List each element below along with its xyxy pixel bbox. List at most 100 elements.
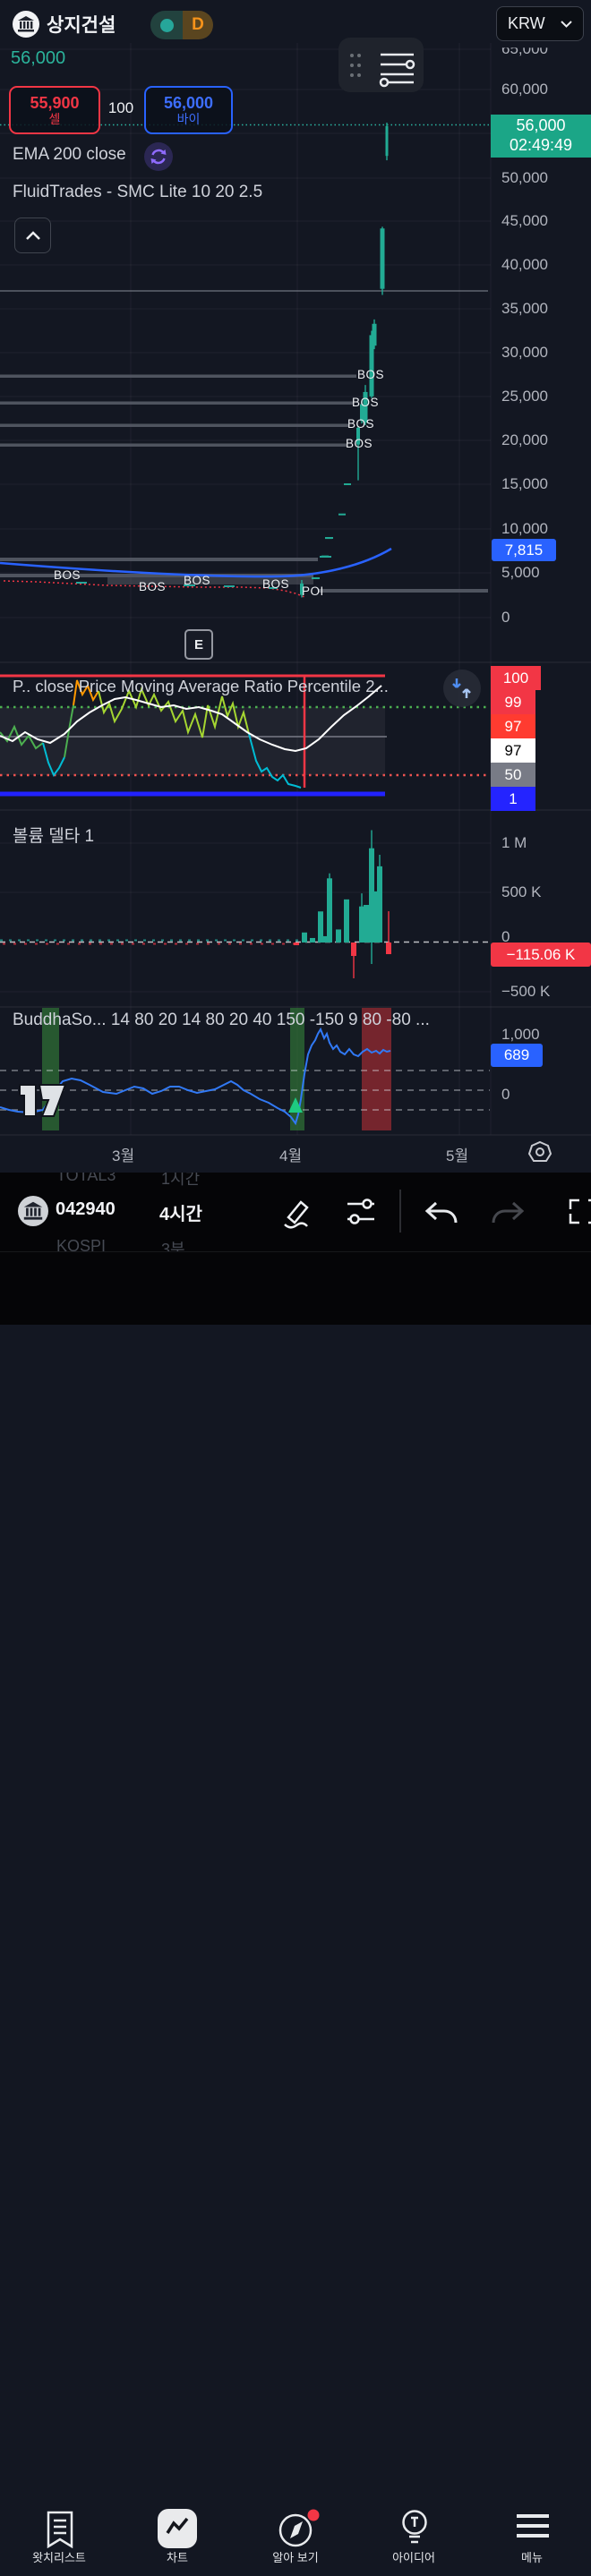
volume-tick: 1 M [501,834,527,851]
bos-label: BOS [139,580,167,593]
app-header: 상지건설 D KRW [0,0,591,43]
layout-sliders-icon[interactable] [379,53,415,88]
percentile-legend[interactable]: P.. close Price Moving Average Ratio Per… [13,677,389,696]
time-tick: 5월 [446,1147,469,1164]
draw-icon[interactable] [284,1200,309,1229]
nav-label: 왓치리스트 [32,2551,86,2564]
trading-app-screen: { "header": { "symbol": "상지건설", "interva… [0,0,591,2564]
bos-label: BOS [54,568,81,582]
buy-button[interactable]: 56,000 바이 [144,86,233,134]
toggle-left-segment[interactable] [150,11,183,39]
compass-icon [278,2509,320,2547]
bank-icon [18,16,34,32]
volume-zero-line [0,939,491,945]
quantity-value[interactable]: 100 [105,99,137,117]
nav-item-watchlist[interactable]: 왓치리스트 [0,2503,118,2576]
percentile-scale-box: 1 [491,787,535,811]
volume-delta-value-label: −115.06 K [491,943,591,967]
currency-value: KRW [508,14,545,32]
notification-dot [307,2509,320,2521]
bos-label: BOS [184,574,211,587]
price-tick: 10,000 [501,520,548,537]
nav-item-menu[interactable]: 메뉴 [473,2503,591,2576]
toggle-right-segment[interactable]: D [183,11,213,39]
nav-item-ideas[interactable]: 아이디어 [355,2503,473,2576]
price-tick: 45,000 [501,212,548,229]
menu-icon [517,2514,549,2538]
price-tick: 0 [501,609,510,626]
interval-toggle[interactable]: D [150,11,213,39]
price-tick: 30,000 [501,344,548,361]
time-tick: 4월 [279,1147,303,1164]
price-tick: 50,000 [501,169,548,186]
buddha-value-label: 689 [491,1044,543,1067]
price-tick: 20,000 [501,431,548,448]
candlestick-series [300,123,389,598]
nav-label: 메뉴 [521,2551,543,2564]
chart-icon [158,2509,197,2548]
nav-item-explore[interactable]: 알아 보기 [236,2503,355,2576]
nav-item-chart[interactable]: 차트 [118,2503,236,2576]
last-price-text: 56,000 [11,48,66,68]
percentile-scale-box: 97 [491,714,535,738]
ema-reload-icon[interactable] [144,142,173,171]
percentile-scale-box: 97 [491,738,535,763]
bos-label: BOS [352,396,380,409]
percentile-scale-box: 100 [491,666,541,690]
time-tick: 3월 [112,1147,135,1164]
nav-label: 알아 보기 [272,2551,319,2564]
sell-button[interactable]: 55,900 셀 [9,86,100,134]
volume-delta-bars [294,830,391,978]
ema-legend[interactable]: EMA 200 close [13,145,126,165]
symbol-title[interactable]: 상지건설 [47,11,116,38]
toggle-dot [159,18,174,32]
last-price-label-countdown: 02:49:49 [509,136,573,154]
bottom-nav: 왓치리스트 차트 알아 보기 아이디어 메뉴 [0,1251,591,2564]
price-tick: 60,000 [501,81,548,98]
percentile-scale-box: 50 [491,763,535,787]
undo-icon[interactable] [424,1201,458,1224]
chevron-down-icon [561,20,572,28]
lightbulb-icon [402,2510,427,2544]
buddha-legend[interactable]: BuddhaSo... 14 80 20 14 80 20 40 150 -15… [13,1011,430,1030]
smc-legend[interactable]: FluidTrades - SMC Lite 10 20 2.5 [13,183,262,202]
nav-label: 아이디어 [392,2551,435,2564]
bos-label: BOS [347,417,375,431]
price-tick: 5,000 [501,564,540,581]
sell-label: 셀 [48,112,61,127]
price-tick: 35,000 [501,300,548,317]
timeaxis-settings-icon[interactable] [527,1140,552,1162]
merge-panes-icon[interactable] [443,670,481,707]
buddha-tick-top: 1,000 [501,1026,540,1043]
chevron-up-icon [25,231,40,240]
poi-label: POI [302,584,324,598]
buy-price: 56,000 [163,93,214,112]
volume-tick: 500 K [501,883,542,900]
interval-badge: D [192,15,204,34]
watchlist-icon [47,2511,73,2548]
floating-tools-panel[interactable] [338,38,424,92]
currency-select[interactable]: KRW [496,6,584,41]
price-tick: 40,000 [501,256,548,273]
bos-label: BOS [357,368,385,381]
last-price-label: 56,000 02:49:49 [491,115,591,158]
sell-price: 55,900 [30,93,80,112]
volume-delta-legend[interactable]: 볼륨 델타 1 [13,823,94,847]
chart-toolbar: TOTAL3 1시간 042940 4시간 KOSPI 3분 [0,1173,591,1251]
collapse-legends-button[interactable] [14,218,51,253]
drag-handle-dots[interactable] [350,54,361,77]
buy-label: 바이 [176,112,201,127]
event-marker[interactable]: E [184,629,213,660]
bos-label: BOS [262,577,290,591]
smc-bos-lines-upper [0,374,356,447]
price-tick: 25,000 [501,388,548,405]
price-tick: 15,000 [501,475,548,492]
redo-icon[interactable] [492,1201,525,1224]
ema-value-label: 7,815 [492,539,556,561]
fullscreen-icon[interactable] [569,1198,591,1224]
buddha-tick-zero: 0 [501,1086,510,1103]
last-price-label-price: 56,000 [516,116,566,135]
symbol-logo[interactable] [13,11,39,38]
volume-tick: −500 K [501,983,551,1000]
indicator-settings-icon[interactable] [347,1198,374,1224]
